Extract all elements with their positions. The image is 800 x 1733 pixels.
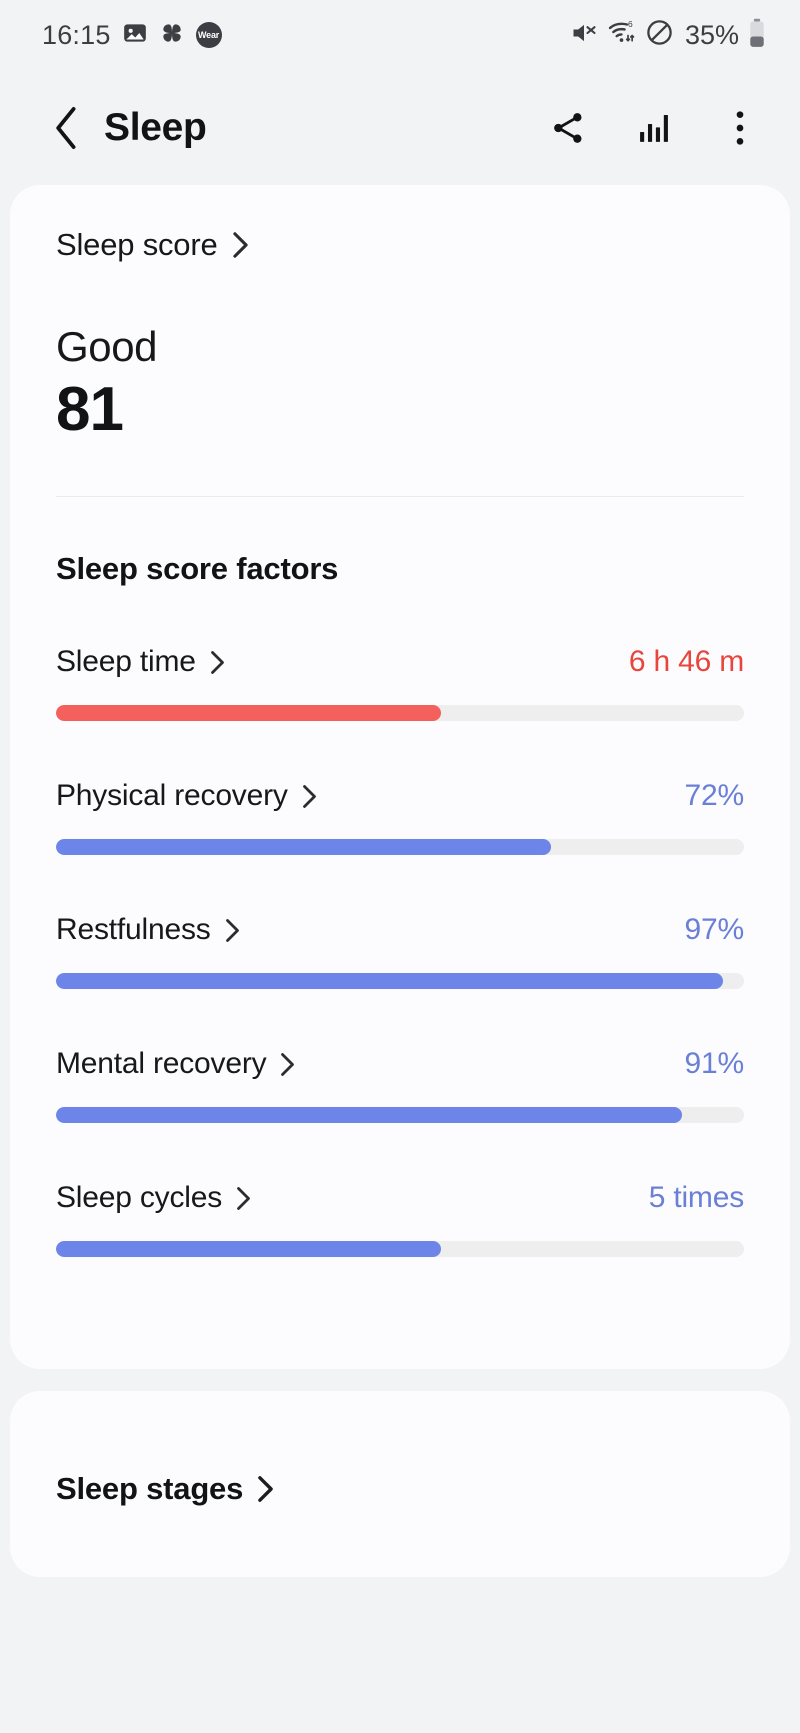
chevron-right-icon	[225, 918, 240, 943]
card-divider	[56, 496, 744, 498]
status-bar: 16:15 Wear 6 35%	[0, 0, 800, 70]
status-bar-left: 16:15 Wear	[42, 20, 222, 51]
factor-label: Mental recovery	[56, 1047, 267, 1081]
factor-progress-track	[56, 705, 744, 722]
factor-value: 6 h 46 m	[628, 645, 744, 679]
sleep-score-label: Sleep score	[56, 227, 218, 262]
share-icon	[554, 112, 582, 143]
factor-progress-track	[56, 1107, 744, 1124]
card-spacer	[56, 1257, 744, 1369]
factor-progress-fill	[56, 839, 552, 856]
share-button[interactable]	[546, 106, 590, 150]
factor-progress-track	[56, 973, 744, 990]
factor-row: Mental recovery 91%	[56, 1047, 744, 1081]
factor-physical-recovery[interactable]: Physical recovery 72%	[56, 779, 744, 856]
status-bar-right: 6 35%	[570, 18, 766, 53]
card-gap	[0, 1369, 800, 1391]
chevron-right-icon	[257, 1475, 274, 1503]
factor-sleep-time[interactable]: Sleep time 6 h 46 m	[56, 645, 744, 722]
bar-chart-icon	[640, 114, 668, 142]
factor-restfulness[interactable]: Restfulness 97%	[56, 913, 744, 990]
factor-label: Physical recovery	[56, 779, 288, 813]
sleep-screen: 16:15 Wear 6 35% Sleep Sleep score Good …	[0, 0, 800, 1733]
factor-row: Physical recovery 72%	[56, 779, 744, 813]
pinwheel-icon	[159, 20, 185, 51]
battery-icon	[748, 18, 766, 53]
history-chart-button[interactable]	[632, 106, 676, 150]
page-title: Sleep	[104, 105, 207, 149]
sleep-score-value: 81	[56, 375, 124, 444]
wear-badge: Wear	[195, 22, 222, 48]
sleep-stages-card[interactable]: Sleep stages	[10, 1391, 790, 1578]
sleep-score-grade: Good	[56, 323, 158, 370]
factor-mental-recovery[interactable]: Mental recovery 91%	[56, 1047, 744, 1124]
sleep-score-factors-title: Sleep score factors	[56, 551, 339, 587]
factor-sleep-cycles[interactable]: Sleep cycles 5 times	[56, 1181, 744, 1258]
chevron-left-icon	[56, 106, 76, 149]
factor-progress-fill	[56, 1107, 683, 1124]
factor-row: Restfulness 97%	[56, 913, 744, 947]
mute-icon	[570, 19, 598, 52]
photo-icon	[122, 20, 148, 51]
factor-row: Sleep cycles 5 times	[56, 1181, 744, 1215]
svg-text:6: 6	[628, 19, 633, 29]
overflow-menu-button[interactable]	[718, 106, 762, 150]
overflow-menu-icon	[736, 110, 744, 145]
chevron-right-icon	[210, 650, 225, 675]
factor-progress-track	[56, 1241, 744, 1258]
sleep-stages-label: Sleep stages	[56, 1471, 244, 1507]
sleep-stages-link[interactable]: Sleep stages	[56, 1471, 744, 1507]
sleep-score-link[interactable]: Sleep score	[56, 185, 744, 263]
factor-progress-fill	[56, 1241, 442, 1258]
chevron-right-icon	[302, 784, 317, 809]
battery-percent-label: 35%	[684, 19, 739, 50]
wifi6-icon: 6	[607, 18, 636, 52]
app-bar: Sleep	[0, 70, 800, 185]
chevron-right-icon	[236, 1186, 251, 1211]
factor-value: 5 times	[648, 1181, 744, 1215]
factor-row: Sleep time 6 h 46 m	[56, 645, 744, 679]
factor-progress-fill	[56, 973, 724, 990]
do-not-disturb-icon	[645, 18, 674, 52]
sleep-score-card: Sleep score Good 81 Sleep score factors …	[10, 185, 790, 1370]
back-button[interactable]	[44, 105, 90, 151]
chevron-right-icon	[232, 231, 249, 259]
app-bar-actions	[546, 106, 762, 150]
factor-value: 91%	[684, 1047, 745, 1081]
factor-label: Restfulness	[56, 913, 211, 947]
factor-label: Sleep cycles	[56, 1181, 223, 1215]
factor-label: Sleep time	[56, 645, 196, 679]
chevron-right-icon	[280, 1052, 295, 1077]
factor-progress-track	[56, 839, 744, 856]
factor-progress-fill	[56, 705, 442, 722]
status-time: 16:15	[42, 19, 111, 50]
factor-value: 97%	[684, 913, 745, 947]
factor-value: 72%	[684, 779, 745, 813]
